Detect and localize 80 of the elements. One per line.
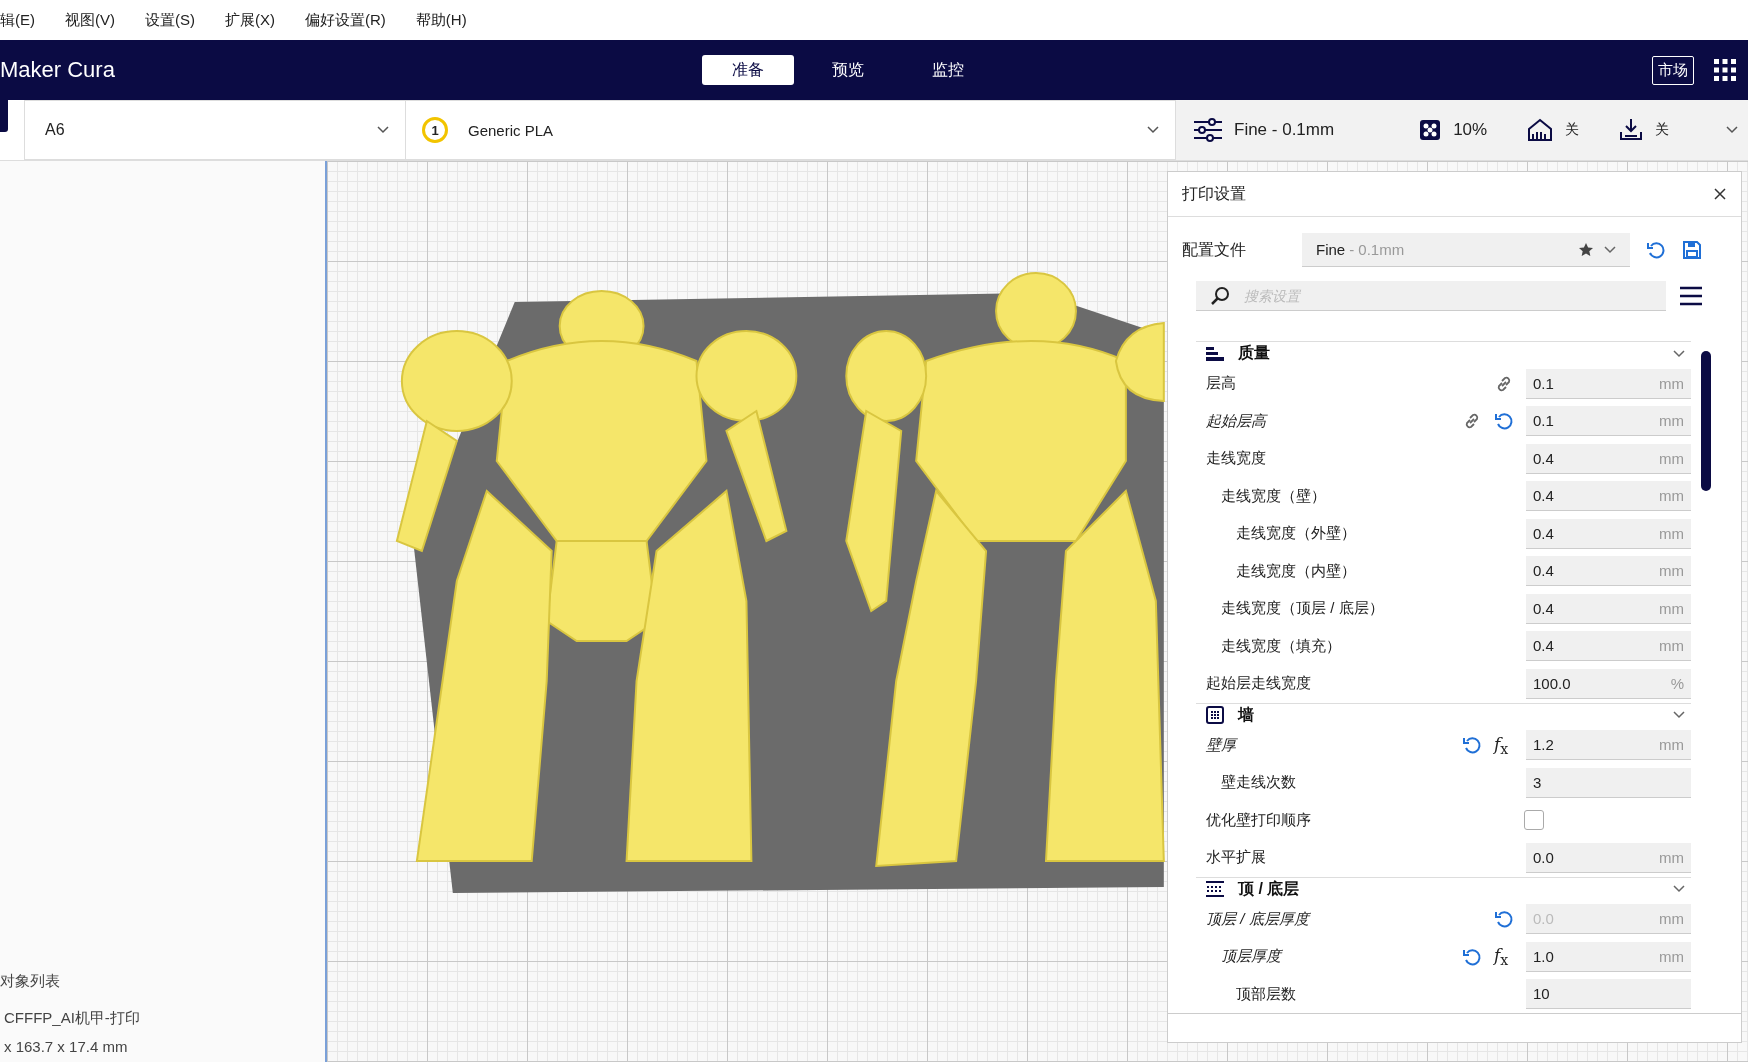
- reset-icon[interactable]: [1494, 411, 1514, 432]
- chevron-down-icon: [1604, 245, 1616, 254]
- setting-label: 走线宽度（顶层 / 底层）: [1220, 599, 1385, 619]
- setting-input-field[interactable]: 0.4 mm: [1526, 593, 1691, 624]
- star-icon[interactable]: [1578, 241, 1594, 258]
- apps-grid-icon[interactable]: [1714, 59, 1736, 81]
- extruder-badge: 1: [422, 117, 448, 143]
- setting-label: 壁厚: [1206, 735, 1239, 755]
- setting-label: 层高: [1206, 374, 1237, 394]
- search-icon: [1210, 286, 1230, 306]
- setting-input-field[interactable]: 0.1 mm: [1526, 368, 1691, 399]
- setting-label: 顶部层数: [1235, 984, 1297, 1004]
- layers-icon: [1206, 344, 1224, 363]
- setting-input-field[interactable]: 1.2 mm: [1526, 730, 1691, 761]
- setting-input-field[interactable]: 0.4 mm: [1526, 443, 1691, 474]
- setting-input-field[interactable]: 0.0 mm: [1526, 842, 1691, 873]
- function-button[interactable]: f$_{x}$: [1494, 733, 1514, 757]
- setting-label: 顶层厚度: [1220, 947, 1284, 967]
- stage-tab[interactable]: 监控: [902, 55, 994, 85]
- setting-label: 水平扩展: [1206, 848, 1267, 868]
- chevron-down-icon[interactable]: [1673, 885, 1685, 893]
- setting-input-field[interactable]: 100.0 %: [1526, 668, 1691, 699]
- setting-input-field[interactable]: 0.4 mm: [1526, 481, 1691, 512]
- section-header[interactable]: 墙: [1196, 702, 1691, 727]
- setting-label: 起始层高: [1206, 411, 1269, 431]
- reset-icon[interactable]: [1646, 240, 1666, 260]
- material-selector[interactable]: 1 Generic PLA: [406, 100, 1176, 160]
- setting-label: 优化壁打印顺序: [1206, 810, 1312, 830]
- setting-label: 起始层走线宽度: [1206, 674, 1312, 694]
- menu-item[interactable]: 视图(V): [65, 10, 115, 30]
- profile-label: 配置文件: [1182, 239, 1247, 260]
- setting-input-field[interactable]: 3: [1526, 767, 1691, 798]
- reset-icon[interactable]: [1462, 735, 1482, 756]
- section-header[interactable]: 顶 / 底层: [1196, 876, 1691, 901]
- setting-label: 壁走线次数: [1220, 773, 1297, 793]
- stage-tab[interactable]: 准备: [702, 55, 794, 85]
- object-dimensions: x 163.7 x 17.4 mm: [4, 1038, 129, 1055]
- scrollbar-thumb[interactable]: [1701, 351, 1711, 491]
- object-list-title[interactable]: 对象列表: [0, 972, 325, 991]
- print-settings-summary[interactable]: Fine - 0.1mm 10% 关 关: [1176, 100, 1748, 160]
- menu-item[interactable]: 偏好设置(R): [305, 10, 386, 30]
- chevron-down-icon[interactable]: [1673, 349, 1685, 358]
- chevron-down-icon: [377, 126, 389, 134]
- setting-label: 走线宽度（内壁）: [1235, 561, 1357, 581]
- setting-label: 走线宽度（外壁）: [1235, 524, 1357, 544]
- stage-tab[interactable]: 预览: [802, 55, 894, 85]
- setting-label: 走线宽度（壁）: [1220, 486, 1327, 506]
- chevron-down-icon: [1726, 126, 1738, 134]
- save-icon[interactable]: [1682, 240, 1702, 260]
- close-icon[interactable]: [1713, 187, 1727, 201]
- support-icon: [1527, 118, 1554, 142]
- sliders-icon: [1194, 118, 1222, 142]
- menu-item[interactable]: 扩展(X): [225, 10, 275, 30]
- setting-input-field[interactable]: 0.4 mm: [1526, 518, 1691, 549]
- menu-item[interactable]: 帮助(H): [415, 10, 467, 30]
- setting-input-field[interactable]: 0.4 mm: [1526, 556, 1691, 587]
- adhesion-icon: [1619, 118, 1644, 142]
- app-name: Maker Cura: [0, 57, 115, 83]
- setting-label: 走线宽度: [1206, 449, 1267, 469]
- setting-input-field[interactable]: 0.1 mm: [1526, 406, 1691, 437]
- setting-input-field[interactable]: 0.4 mm: [1526, 631, 1691, 662]
- setting-label: 走线宽度（填充）: [1220, 636, 1342, 656]
- marketplace-button[interactable]: 市场: [1652, 55, 1694, 85]
- chevron-down-icon[interactable]: [1673, 711, 1685, 719]
- checkbox[interactable]: [1524, 810, 1544, 831]
- menu-icon[interactable]: [1680, 286, 1702, 306]
- wall-grid-icon: [1206, 706, 1224, 724]
- profile-dropdown[interactable]: Fine - 0.1mm: [1302, 233, 1630, 267]
- section-header[interactable]: 质量: [1196, 341, 1691, 365]
- top-bottom-layers-icon: [1206, 880, 1224, 898]
- menu-item[interactable]: 设置(S): [145, 10, 195, 30]
- object-name[interactable]: CFFFP_AI机甲-打印: [4, 1009, 325, 1028]
- printer-selector[interactable]: A6: [24, 100, 406, 160]
- setting-label: 顶层 / 底层厚度: [1206, 909, 1312, 929]
- panel-title: 打印设置: [1182, 183, 1246, 204]
- robot-model-drawing[interactable]: [845, 272, 1165, 868]
- menu-item[interactable]: 辑(E): [0, 10, 35, 30]
- chevron-down-icon: [1147, 126, 1159, 134]
- infill-pattern-icon: [1419, 119, 1442, 141]
- robot-model-drawing[interactable]: [395, 290, 798, 862]
